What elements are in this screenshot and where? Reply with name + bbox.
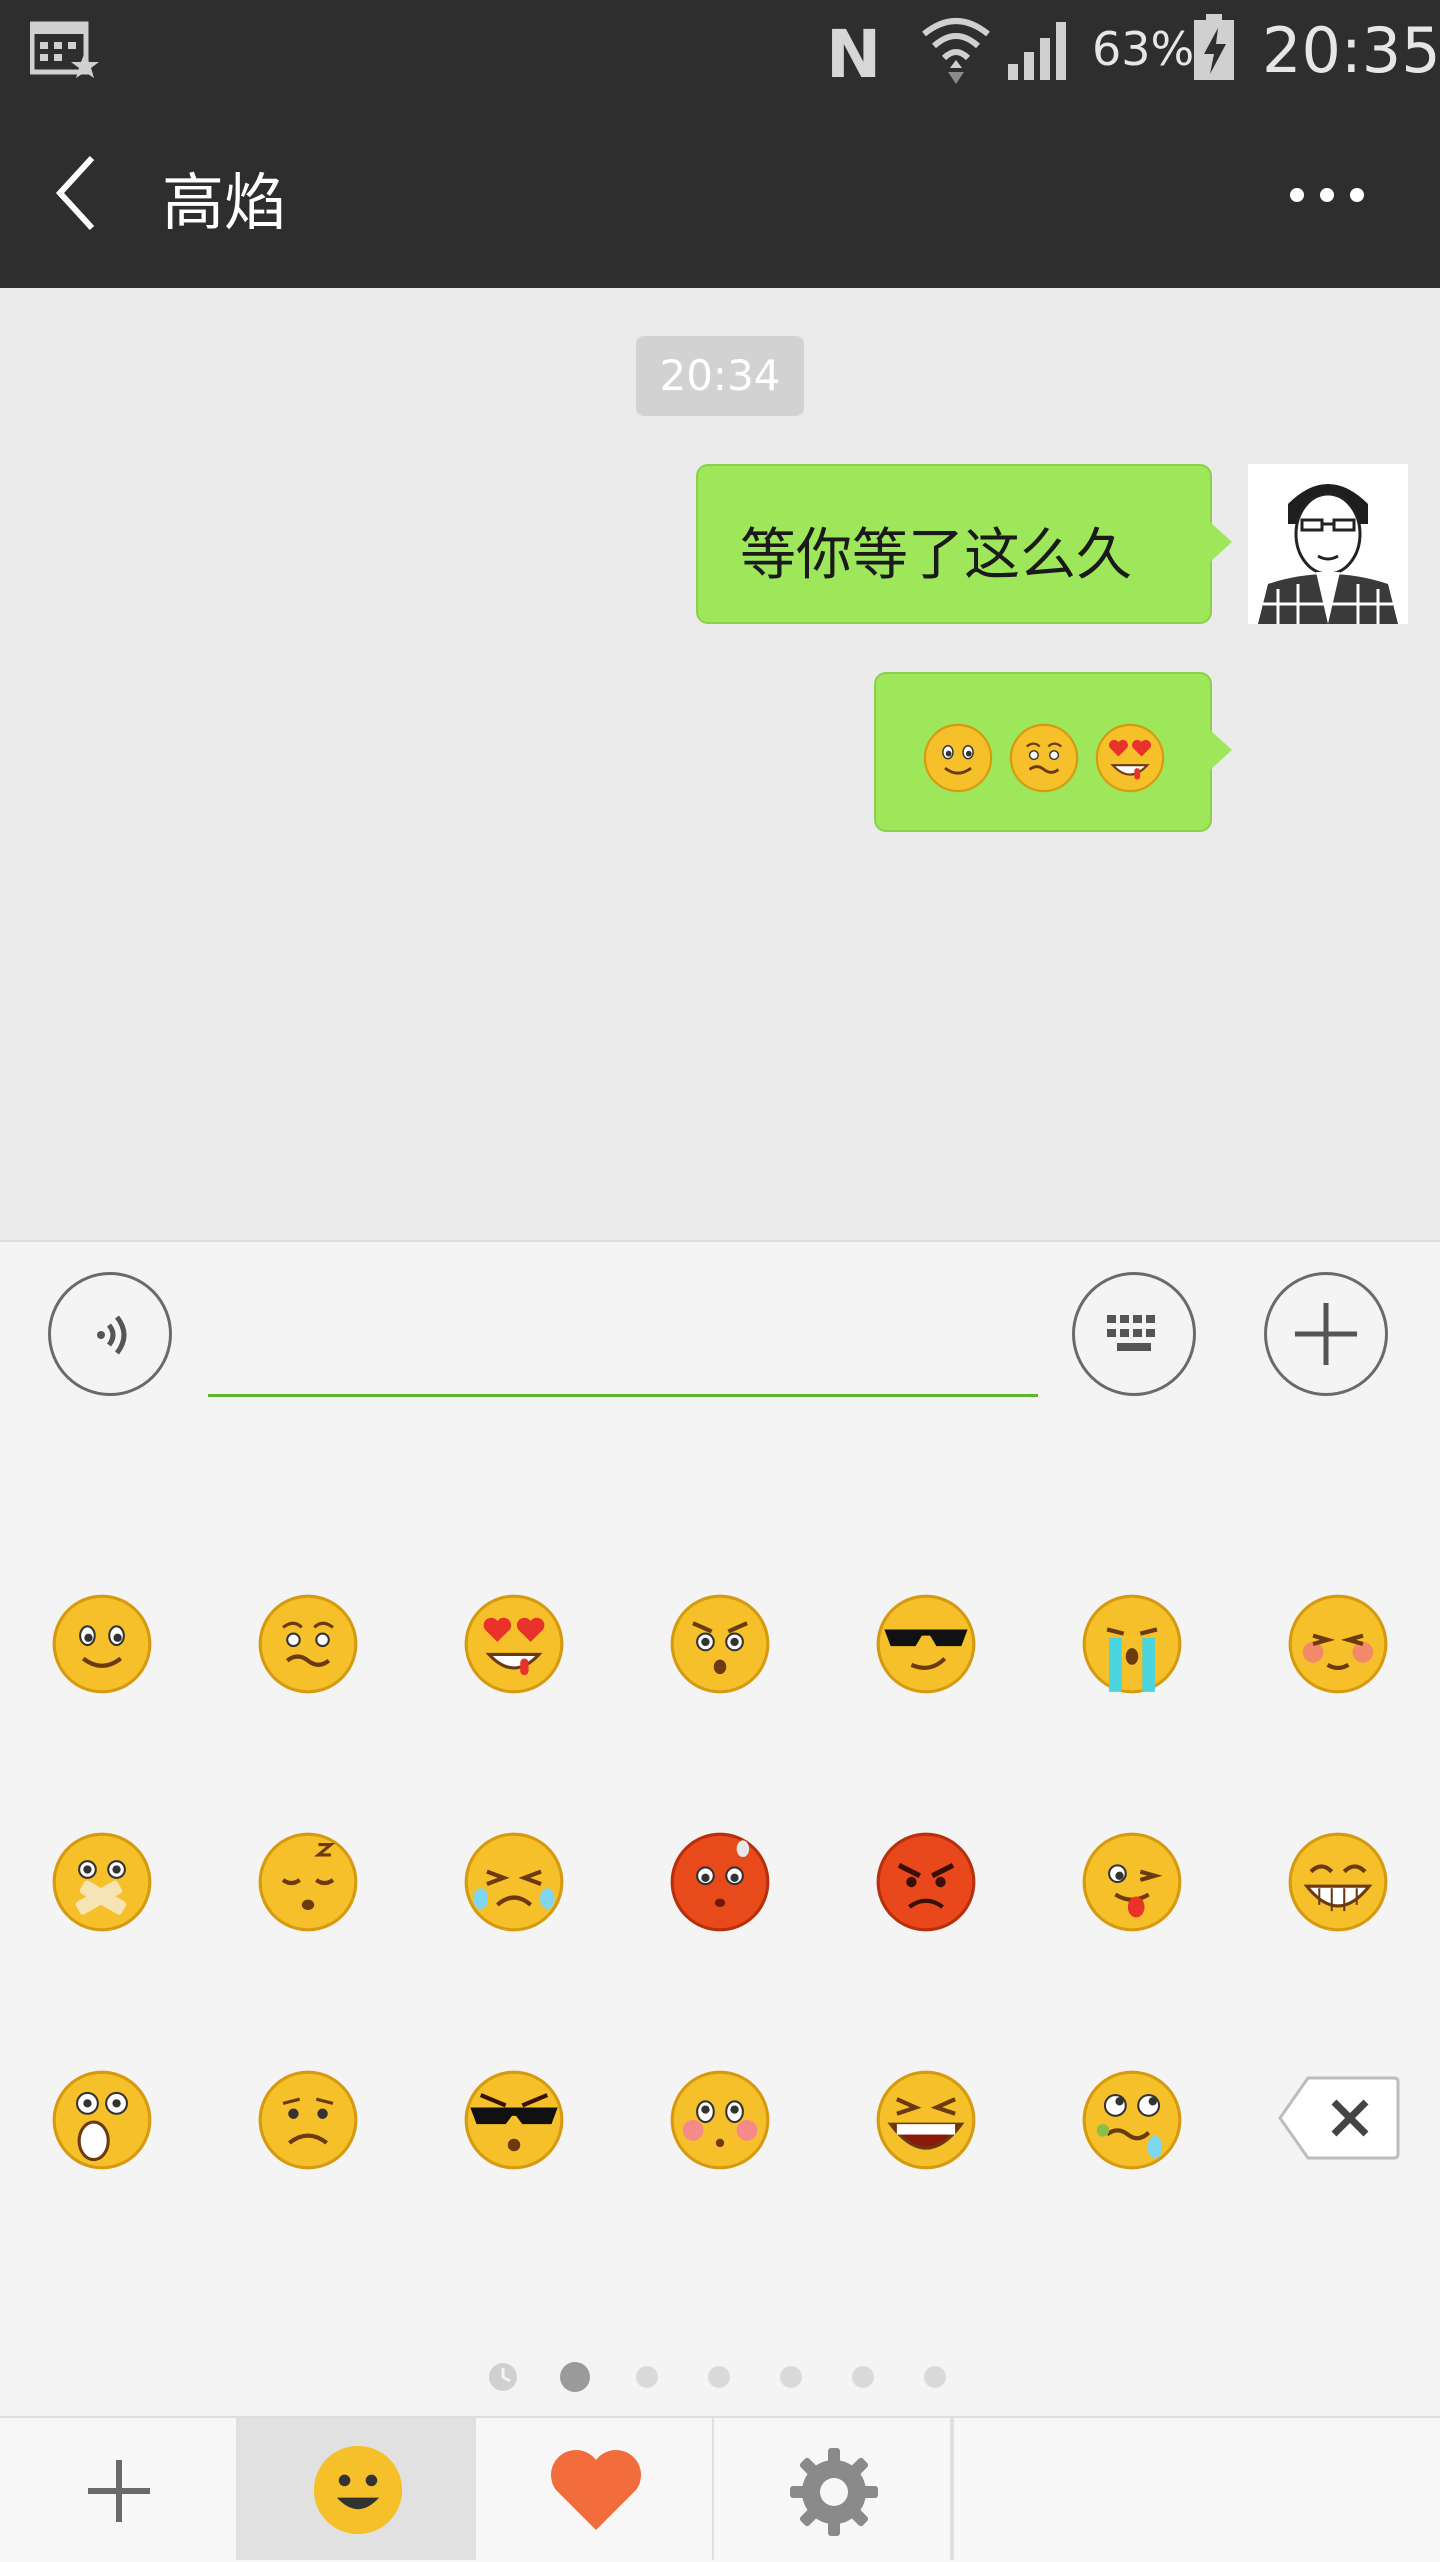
blush-icon[interactable] bbox=[668, 2068, 772, 2172]
tab-favorites[interactable] bbox=[476, 2418, 714, 2560]
smile-icon[interactable] bbox=[50, 1592, 154, 1696]
attach-button[interactable] bbox=[1264, 1272, 1388, 1396]
message-input[interactable] bbox=[208, 1298, 1038, 1397]
grin-icon[interactable] bbox=[1286, 1830, 1390, 1934]
love-eyes-icon bbox=[1095, 723, 1165, 793]
shy-icon[interactable] bbox=[1286, 1592, 1390, 1696]
status-time: 20:35 bbox=[1262, 14, 1440, 87]
bubble-tail bbox=[1210, 522, 1232, 562]
plus-icon bbox=[88, 2460, 150, 2522]
back-button[interactable] bbox=[46, 150, 116, 236]
keyboard-icon bbox=[1107, 1315, 1155, 1351]
sad-icon[interactable] bbox=[256, 2068, 360, 2172]
awkward-icon[interactable] bbox=[256, 1592, 360, 1696]
message-text: 等你等了这么久 bbox=[740, 523, 1132, 588]
awkward-icon bbox=[1009, 723, 1079, 793]
shut-mouth-icon[interactable] bbox=[50, 1830, 154, 1934]
heart-icon bbox=[551, 2450, 641, 2530]
page-dot[interactable] bbox=[636, 2366, 658, 2388]
scream-icon[interactable] bbox=[874, 2068, 978, 2172]
wifi-icon bbox=[922, 18, 990, 84]
page-dot[interactable] bbox=[708, 2366, 730, 2388]
bubble-tail bbox=[1210, 730, 1232, 770]
surprised-icon[interactable] bbox=[50, 2068, 154, 2172]
tongue-wink-icon[interactable] bbox=[1080, 1830, 1184, 1934]
smiley-icon bbox=[313, 2445, 403, 2535]
crying-icon[interactable] bbox=[1080, 1592, 1184, 1696]
battery-charging-icon bbox=[1194, 14, 1234, 80]
more-dots-icon bbox=[1290, 188, 1304, 202]
voice-button[interactable] bbox=[48, 1272, 172, 1396]
tab-settings[interactable] bbox=[714, 2418, 952, 2560]
tab-emoji[interactable] bbox=[238, 2418, 476, 2560]
page-dot[interactable] bbox=[924, 2366, 946, 2388]
embarrassed-icon[interactable] bbox=[668, 1830, 772, 1934]
cool-mask-icon[interactable] bbox=[462, 2068, 566, 2172]
nfc-n-icon: N bbox=[826, 16, 882, 93]
tab-add-sticker[interactable] bbox=[0, 2418, 238, 2560]
tab-bar-divider bbox=[952, 2418, 954, 2560]
plus-icon bbox=[1295, 1303, 1357, 1365]
battery-percent: 63% bbox=[1092, 22, 1195, 76]
angry-icon[interactable] bbox=[874, 1830, 978, 1934]
gear-icon bbox=[790, 2448, 878, 2536]
calendar-star-icon bbox=[30, 21, 99, 78]
keyboard-button[interactable] bbox=[1072, 1272, 1196, 1396]
love-eyes-icon[interactable] bbox=[462, 1592, 566, 1696]
drooling-icon[interactable] bbox=[1080, 2068, 1184, 2172]
page-dot[interactable] bbox=[852, 2366, 874, 2388]
smile-icon bbox=[923, 723, 993, 793]
tearful-icon[interactable] bbox=[462, 1830, 566, 1934]
page-dot-active[interactable] bbox=[560, 2362, 590, 2392]
cool-sunglasses-icon[interactable] bbox=[874, 1592, 978, 1696]
backspace-icon[interactable] bbox=[1278, 2074, 1400, 2162]
page-dot[interactable] bbox=[780, 2366, 802, 2388]
more-button[interactable] bbox=[1280, 170, 1374, 218]
recent-clock-icon[interactable] bbox=[488, 2362, 518, 2392]
voice-icon bbox=[97, 1315, 127, 1355]
chat-title: 高焰 bbox=[162, 166, 287, 239]
sleepy-icon[interactable] bbox=[256, 1830, 360, 1934]
stare-icon[interactable] bbox=[668, 1592, 772, 1696]
message-timestamp: 20:34 bbox=[636, 336, 804, 416]
avatar[interactable] bbox=[1248, 464, 1408, 624]
cell-signal-icon bbox=[1008, 22, 1066, 80]
